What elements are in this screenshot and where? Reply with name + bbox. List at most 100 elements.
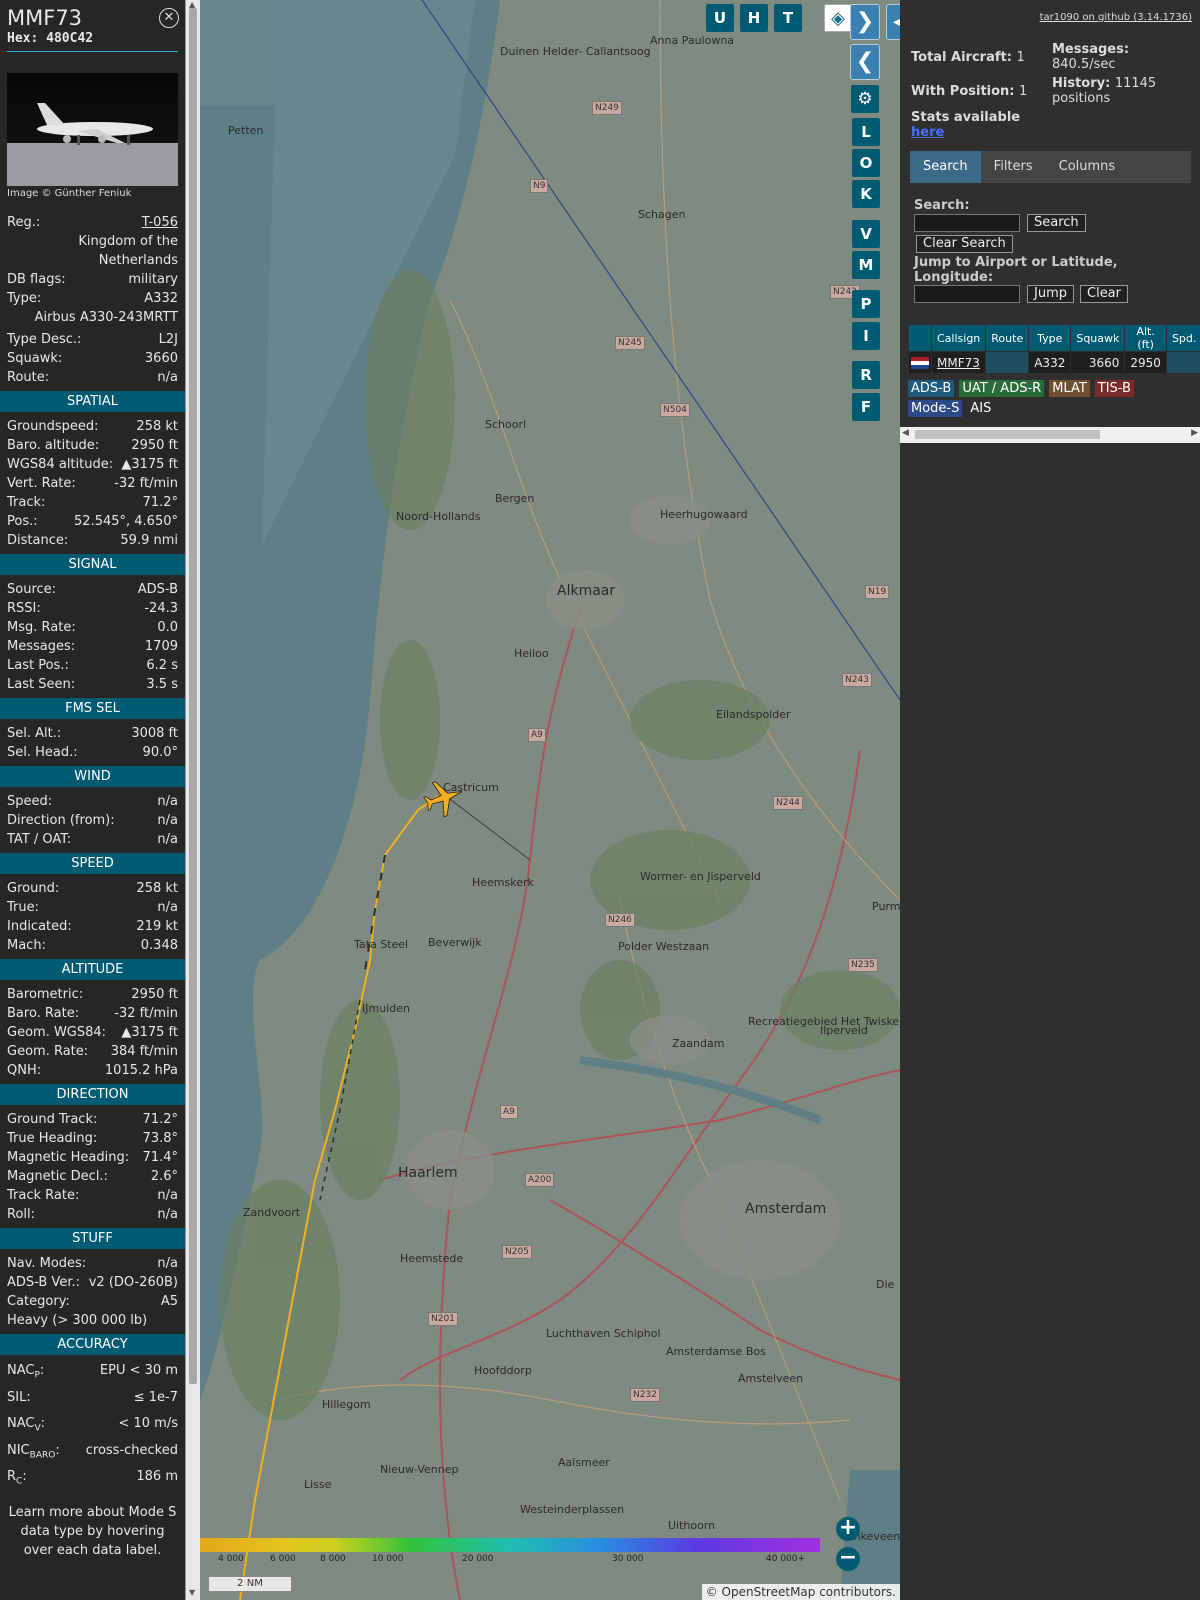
field-label: True Heading: [7, 1131, 98, 1146]
section-speed: SPEED Ground: 258 kt True: n/a Indicated: 219 … [0, 853, 185, 955]
signal-row: RSSI: -24.3 [0, 599, 185, 618]
field-label: WGS84 altitude: [7, 457, 114, 472]
squawk-value: 3660 [144, 351, 178, 366]
place-label: Luchthaven Schiphol [546, 1327, 661, 1340]
row-callsign[interactable]: MMF73 [930, 351, 987, 374]
map-attribution[interactable]: © OpenStreetMap contributors. [701, 1584, 900, 1600]
zoom-out-button[interactable]: − [836, 1547, 860, 1571]
place-label: Amstelveen [738, 1372, 804, 1385]
field-label: Geom. WGS84: [7, 1025, 107, 1040]
legend-tick: 8 000 [320, 1554, 346, 1564]
section-altitude: ALTITUDE Barometric: 2950 ft Baro. Rate: -32… [0, 959, 185, 1080]
col-alt[interactable]: Alt. (ft) [1124, 324, 1167, 352]
toggle-t-button[interactable]: T [774, 4, 802, 32]
settings-gear-icon[interactable]: ⚙ [851, 85, 879, 113]
fms-header: FMS SEL [0, 698, 185, 719]
type-full-row: Airbus A330-243MRTT [0, 308, 185, 327]
field-value: 2950 ft [131, 438, 178, 453]
field-label: Barometric: [7, 987, 84, 1002]
direction-row: Magnetic Decl.: 2.6° [0, 1167, 185, 1186]
place-label: Purm [872, 900, 900, 913]
field-value: n/a [157, 813, 178, 828]
place-label: Lisse [304, 1478, 332, 1491]
accuracy-row: RC: 186 m [0, 1466, 185, 1493]
next-aircraft-button[interactable]: ❯ [850, 4, 880, 40]
wind-row: TAT / OAT: n/a [0, 830, 185, 849]
scroll-left-icon[interactable]: ◀ [902, 428, 909, 438]
toggle-v-button[interactable]: V [852, 220, 880, 248]
callsign: MMF73 [7, 6, 83, 30]
map-view[interactable]: Anna Paulowna Duinen Helder- Callantsoog P… [200, 0, 900, 1600]
accuracy-value: ≤ 1e-7 [133, 1389, 178, 1405]
tab-columns[interactable]: Columns [1046, 151, 1129, 183]
scroll-down-icon[interactable]: ▼ [189, 1588, 195, 1597]
speed-header: SPEED [0, 853, 185, 874]
clear-jump-button[interactable]: Clear [1080, 285, 1128, 303]
clear-search-button[interactable]: Clear Search [916, 235, 1013, 253]
zoom-in-button[interactable]: + [836, 1517, 860, 1541]
toggle-o-button[interactable]: O [852, 149, 880, 177]
image-credit: Image © Günther Feniuk [7, 188, 132, 199]
direction-row: True Heading: 73.8° [0, 1129, 185, 1148]
dbflags-label: DB flags: [7, 272, 66, 287]
col-squawk[interactable]: Squawk [1070, 324, 1126, 352]
signal-header: SIGNAL [0, 554, 185, 575]
field-label: Category: [7, 1294, 70, 1309]
col-spd[interactable]: Spd. [1165, 324, 1200, 352]
layers-button[interactable]: ◈ [824, 4, 852, 32]
hscroll-thumb[interactable] [915, 430, 1100, 439]
col-route[interactable]: Route [985, 324, 1030, 352]
scrollbar-thumb[interactable] [189, 8, 197, 1384]
place-label: Castricum [443, 781, 499, 794]
aircraft-photo[interactable] [7, 73, 178, 186]
spatial-row: Track: 71.2° [0, 493, 185, 512]
col-type[interactable]: Type [1028, 324, 1072, 352]
col-flag[interactable] [908, 324, 932, 352]
scroll-right-icon[interactable]: ▶ [1191, 428, 1198, 438]
place-label: Duinen Helder- Callantsoog [500, 45, 651, 58]
search-button[interactable]: Search [1027, 214, 1086, 232]
field-label: Baro. Rate: [7, 1006, 80, 1021]
table-hscrollbar[interactable]: ◀ ▶ [900, 427, 1200, 443]
toggle-p-button[interactable]: P [852, 290, 880, 318]
prev-aircraft-button[interactable]: ❮ [850, 44, 880, 80]
toggle-i-button[interactable]: I [852, 322, 880, 350]
row-spd [1165, 351, 1200, 374]
field-label: Pos.: [7, 514, 38, 529]
stats-link[interactable]: here [911, 125, 944, 140]
place-label: Amsterdam [745, 1201, 827, 1217]
field-label: Msg. Rate: [7, 620, 76, 635]
place-label: Hillegom [322, 1398, 371, 1411]
section-stuff: STUFF Nav. Modes: n/a ADS-B Ver.: v2 (DO-260… [0, 1228, 185, 1311]
field-value: 73.8° [142, 1131, 178, 1146]
table-row[interactable]: MMF73 A332 3660 2950 [908, 351, 1200, 374]
altitude-header: ALTITUDE [0, 959, 185, 980]
place-label: Bergen [495, 492, 535, 505]
place-label: Heemskerk [472, 876, 534, 889]
tab-search[interactable]: Search [910, 151, 981, 183]
altitude-legend [200, 1538, 820, 1552]
toggle-u-button[interactable]: U [706, 4, 734, 32]
field-value: 71.2° [142, 1112, 178, 1127]
search-input[interactable] [914, 214, 1020, 232]
toggle-l-button[interactable]: L [852, 118, 880, 146]
reg-link[interactable]: T-056 [142, 213, 178, 232]
col-callsign[interactable]: Callsign [930, 324, 987, 352]
toggle-h-button[interactable]: H [740, 4, 768, 32]
tab-filters[interactable]: Filters [981, 151, 1046, 183]
toggle-m-button[interactable]: M [852, 251, 880, 279]
toggle-f-button[interactable]: F [852, 393, 880, 421]
close-icon[interactable]: ✕ [159, 8, 179, 28]
accuracy-label: NACV: [7, 1416, 46, 1434]
sidebar-scrollbar[interactable]: ▲ ▼ [185, 0, 200, 1600]
place-label: Noord-Hollands [396, 510, 481, 523]
toggle-sidebar-button[interactable]: ◂▸ [886, 4, 900, 40]
github-link[interactable]: tar1090 on github (3.14.1736) [1040, 12, 1192, 23]
jump-input[interactable] [914, 285, 1020, 303]
toggle-k-button[interactable]: K [852, 180, 880, 208]
field-value: 384 ft/min [110, 1044, 178, 1059]
fms-row: Sel. Alt.: 3008 ft [0, 724, 185, 743]
toggle-r-button[interactable]: R [852, 361, 880, 389]
accuracy-label: NACP: [7, 1363, 45, 1381]
jump-button[interactable]: Jump [1027, 285, 1074, 303]
